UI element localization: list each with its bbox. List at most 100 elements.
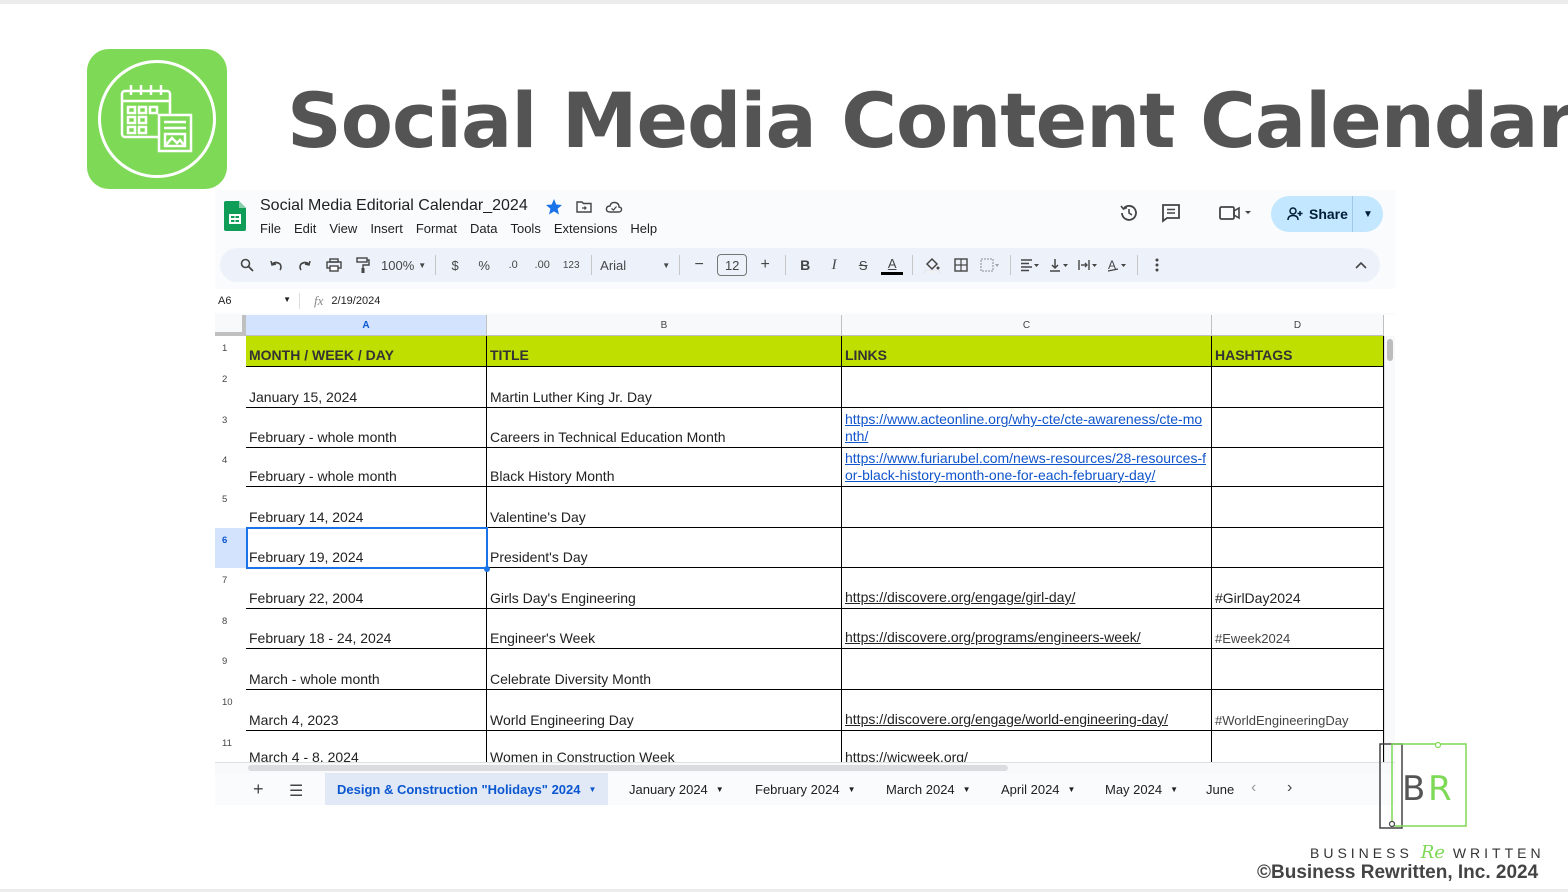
move-folder-icon[interactable] — [575, 198, 593, 216]
hashtag-cell[interactable] — [1212, 649, 1384, 690]
column-header-b[interactable]: B — [487, 315, 842, 336]
more-options-icon[interactable] — [1146, 253, 1168, 277]
menu-insert[interactable]: Insert — [370, 221, 403, 236]
document-title[interactable]: Social Media Editorial Calendar_2024 — [260, 197, 528, 215]
row-number[interactable]: 10 — [215, 690, 246, 731]
font-size-input[interactable]: 12 — [717, 254, 748, 276]
date-cell[interactable]: February - whole month — [246, 448, 487, 487]
header-cell-title[interactable]: TITLE — [487, 336, 842, 367]
hashtag-cell[interactable] — [1212, 487, 1384, 528]
title-cell[interactable]: Celebrate Diversity Month — [487, 649, 842, 690]
italic-button[interactable]: I — [823, 253, 845, 277]
tab-june[interactable]: June — [1206, 773, 1236, 805]
title-cell[interactable]: Girls Day's Engineering — [487, 568, 842, 609]
hashtag-cell[interactable] — [1212, 448, 1384, 487]
redo-icon[interactable] — [294, 253, 316, 277]
link-cell[interactable]: https://discovere.org/programs/engineers… — [842, 609, 1212, 649]
text-wrapping-icon[interactable] — [1077, 253, 1099, 277]
tab-may-2024[interactable]: May 2024 ▼ — [1105, 773, 1178, 805]
print-icon[interactable] — [323, 253, 345, 277]
menu-format[interactable]: Format — [416, 221, 457, 236]
select-all-corner[interactable] — [215, 315, 246, 336]
row-number[interactable]: 11 — [215, 731, 246, 762]
date-cell[interactable]: February 14, 2024 — [246, 487, 487, 528]
menu-help[interactable]: Help — [630, 221, 657, 236]
column-header-d[interactable]: D — [1212, 315, 1384, 336]
hashtag-cell[interactable] — [1212, 367, 1384, 408]
hashtag-cell[interactable] — [1212, 731, 1384, 762]
version-history-icon[interactable] — [1118, 202, 1140, 229]
formula-input[interactable]: 2/19/2024 — [331, 295, 380, 307]
text-rotation-icon[interactable]: A — [1106, 253, 1128, 277]
row-number[interactable]: 2 — [215, 367, 246, 408]
title-cell[interactable]: Engineer's Week — [487, 609, 842, 649]
title-cell[interactable]: World Engineering Day — [487, 690, 842, 731]
header-cell-hashtags[interactable]: HASHTAGS — [1212, 336, 1384, 367]
more-formats-button[interactable]: 123 — [560, 253, 582, 277]
zoom-select[interactable]: 100% ▼ — [381, 253, 426, 277]
row-number-selected[interactable]: 6 — [215, 528, 246, 568]
title-cell[interactable]: Women in Construction Week — [487, 731, 842, 762]
title-cell[interactable]: Martin Luther King Jr. Day — [487, 367, 842, 408]
date-cell[interactable]: February 22, 2004 — [246, 568, 487, 609]
tab-january-2024[interactable]: January 2024 ▼ — [629, 773, 724, 805]
link-cell[interactable]: https://discovere.org/engage/girl-day/ — [842, 568, 1212, 609]
google-sheets-icon[interactable] — [224, 201, 246, 231]
star-icon[interactable] — [545, 198, 563, 216]
tab-february-2024[interactable]: February 2024 ▼ — [755, 773, 855, 805]
comments-icon[interactable] — [1160, 202, 1182, 229]
cloud-status-icon[interactable] — [605, 198, 623, 216]
date-cell[interactable]: March - whole month — [246, 649, 487, 690]
date-cell-selected[interactable]: February 19, 2024 — [246, 528, 487, 568]
header-cell-month[interactable]: MONTH / WEEK / DAY — [246, 336, 487, 367]
decrease-font-size-button[interactable]: − — [688, 253, 710, 277]
decrease-decimal-button[interactable]: .0 — [502, 253, 524, 277]
row-number[interactable]: 3 — [215, 408, 246, 448]
hashtag-cell[interactable]: #WorldEngineeringDay — [1212, 690, 1384, 731]
paint-format-icon[interactable] — [352, 253, 374, 277]
link-cell[interactable]: https://discovere.org/engage/world-engin… — [842, 690, 1212, 731]
row-number[interactable]: 7 — [215, 568, 246, 609]
link-cell[interactable]: https://wicweek.org/ — [842, 731, 1212, 762]
hashtag-cell[interactable] — [1212, 408, 1384, 448]
tab-design-construction-holidays[interactable]: Design & Construction "Holidays" 2024 ▼ — [325, 773, 609, 805]
link-cell[interactable] — [842, 367, 1212, 408]
title-cell[interactable]: Valentine's Day — [487, 487, 842, 528]
row-number[interactable]: 8 — [215, 609, 246, 649]
menu-data[interactable]: Data — [470, 221, 497, 236]
menu-view[interactable]: View — [329, 221, 357, 236]
vertical-scrollbar[interactable] — [1384, 336, 1395, 762]
borders-icon[interactable] — [950, 253, 972, 277]
hashtag-cell[interactable]: #GirlDay2024 — [1212, 568, 1384, 609]
row-number[interactable]: 1 — [215, 336, 246, 367]
meet-video-icon[interactable] — [1218, 202, 1252, 229]
row-number[interactable]: 5 — [215, 487, 246, 528]
strikethrough-button[interactable]: S — [852, 253, 874, 277]
horizontal-align-icon[interactable] — [1019, 253, 1041, 277]
row-number[interactable]: 4 — [215, 448, 246, 487]
date-cell[interactable]: January 15, 2024 — [246, 367, 487, 408]
share-button[interactable]: Share ▼ — [1271, 196, 1383, 232]
row-number[interactable]: 9 — [215, 649, 246, 690]
bold-button[interactable]: B — [794, 253, 816, 277]
fill-color-icon[interactable] — [921, 253, 943, 277]
text-color-button[interactable]: A — [881, 255, 904, 275]
date-cell[interactable]: March 4, 2023 — [246, 690, 487, 731]
link-cell[interactable]: https://www.acteonline.org/why-cte/cte-a… — [842, 408, 1212, 448]
share-dropdown-icon[interactable]: ▼ — [1353, 209, 1383, 220]
menu-tools[interactable]: Tools — [510, 221, 540, 236]
header-cell-links[interactable]: LINKS — [842, 336, 1212, 367]
title-cell[interactable]: Black History Month — [487, 448, 842, 487]
hashtag-cell[interactable]: #Eweek2024 — [1212, 609, 1384, 649]
name-box[interactable]: A6 ▼ — [215, 295, 295, 307]
hashtag-cell[interactable] — [1212, 528, 1384, 568]
link-cell[interactable] — [842, 528, 1212, 568]
title-cell[interactable]: President's Day — [487, 528, 842, 568]
percent-format-button[interactable]: % — [473, 253, 495, 277]
link-cell[interactable]: https://www.furiarubel.com/news-resource… — [842, 448, 1212, 487]
column-header-c[interactable]: C — [842, 315, 1212, 336]
link-cell[interactable] — [842, 487, 1212, 528]
increase-decimal-button[interactable]: .00 — [531, 253, 553, 277]
collapse-toolbar-icon[interactable] — [1350, 253, 1372, 277]
vertical-align-icon[interactable] — [1048, 253, 1070, 277]
